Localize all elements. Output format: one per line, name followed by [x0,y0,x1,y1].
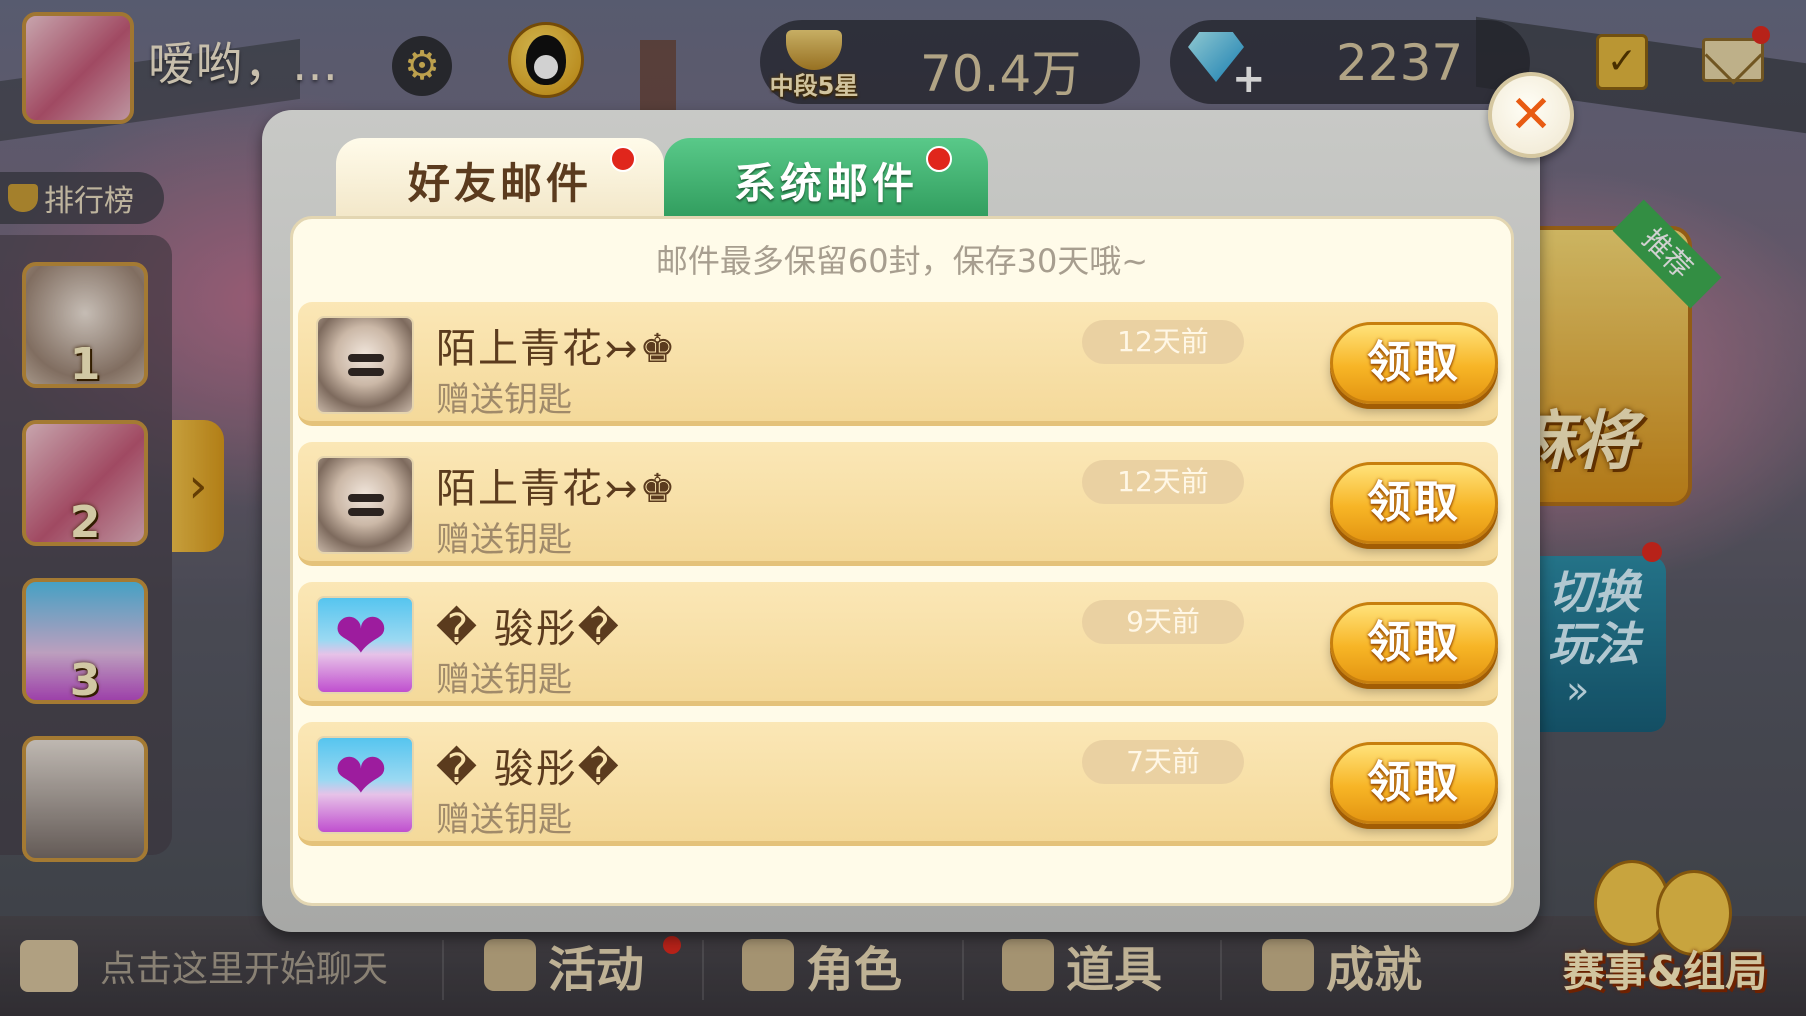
sender-avatar [316,596,414,694]
sender-name: 陌上青花↣♚ [436,326,678,372]
sender-avatar [316,456,414,554]
sender-name: � 骏彤� [436,746,621,792]
sender-name: 陌上青花↣♚ [436,466,678,512]
mail-description: 赠送钥匙 [436,660,572,700]
mail-time: 12天前 [1082,460,1244,504]
sender-avatar [316,316,414,414]
mail-notice: 邮件最多保留60封，保存30天哦~ [655,242,1149,280]
system-mail-notification-dot [926,146,952,172]
mail-description: 赠送钥匙 [436,380,572,420]
claim-button[interactable]: 领取 [1330,322,1498,404]
mail-description: 赠送钥匙 [436,520,572,560]
mail-time: 9天前 [1082,600,1244,644]
mail-time: 7天前 [1082,740,1244,784]
claim-button[interactable]: 领取 [1330,602,1498,684]
tab-friend-mail-label: 好友邮件 [407,158,592,208]
friend-mail-notification-dot [610,146,636,172]
sender-avatar [316,736,414,834]
mail-row: � 骏彤� 赠送钥匙 7天前 领取 [298,722,1498,846]
close-icon[interactable]: ✕ [1488,72,1574,158]
mail-time: 12天前 [1082,320,1244,364]
mail-row: 陌上青花↣♚ 赠送钥匙 12天前 领取 [298,302,1498,426]
tab-system-mail-label: 系统邮件 [733,158,918,208]
mail-row: 陌上青花↣♚ 赠送钥匙 12天前 领取 [298,442,1498,566]
mail-description: 赠送钥匙 [436,800,572,840]
mail-row: � 骏彤� 赠送钥匙 9天前 领取 [298,582,1498,706]
claim-button[interactable]: 领取 [1330,742,1498,824]
claim-button[interactable]: 领取 [1330,462,1498,544]
sender-name: � 骏彤� [436,606,621,652]
